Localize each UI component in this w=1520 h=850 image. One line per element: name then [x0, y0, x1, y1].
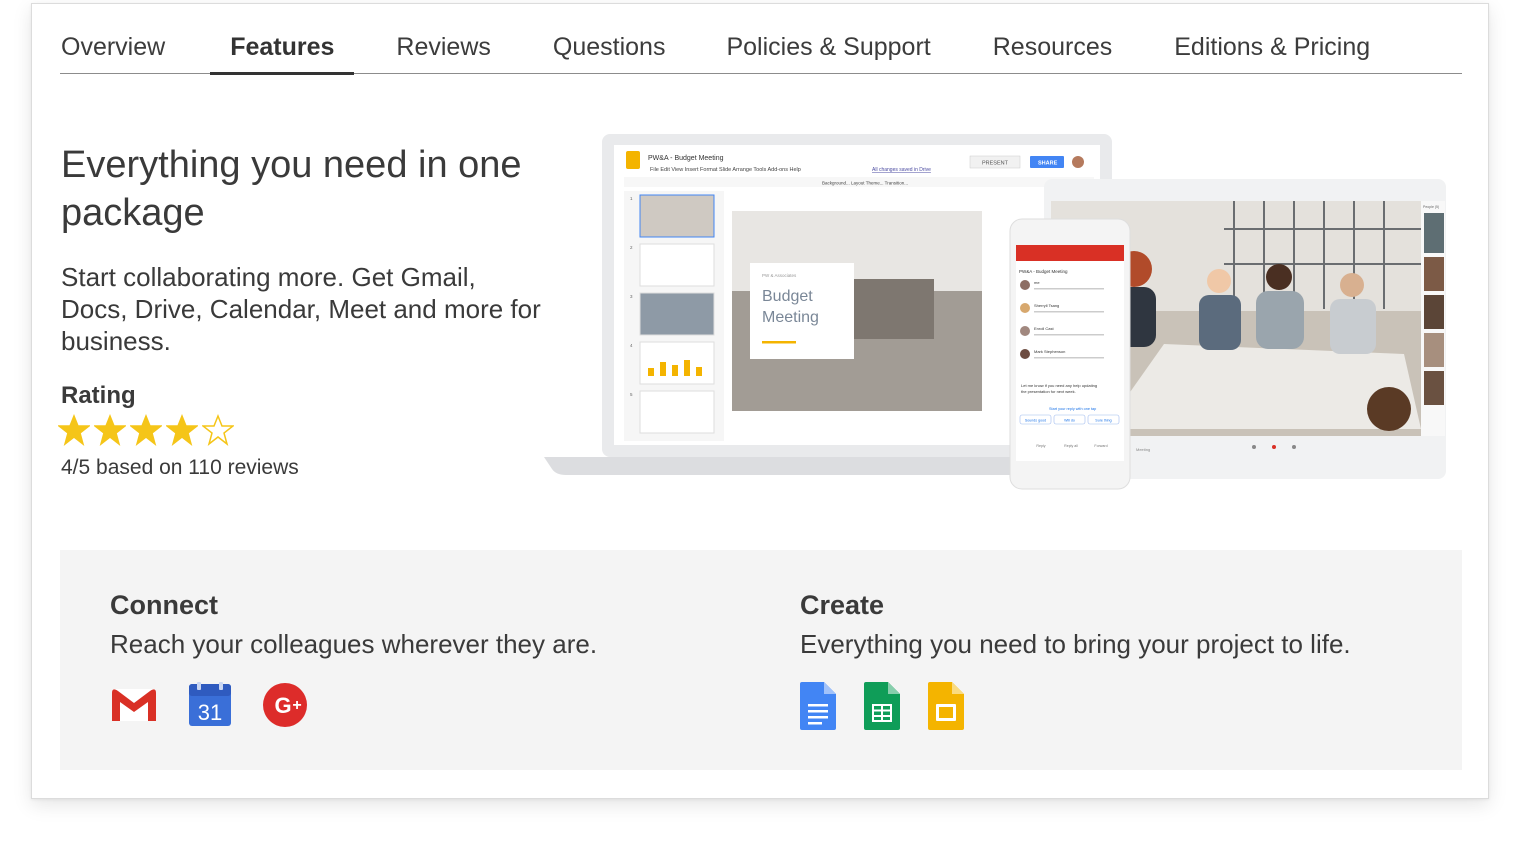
phone-subject: PW&A - Budget Meeting: [1019, 269, 1068, 274]
create-title: Create: [800, 590, 885, 620]
slide-thumbnail: [639, 341, 715, 385]
star-empty-icon: [202, 414, 234, 446]
create-section: Create Everything you need to bring your…: [800, 590, 1351, 730]
google-plus-icon[interactable]: G +: [262, 682, 308, 728]
phone-sender: me: [1034, 280, 1040, 285]
star-filled-icon: [58, 414, 90, 446]
svg-text:G: G: [274, 693, 291, 718]
slide-small-text: PW & Associates: [762, 273, 797, 278]
tab-features[interactable]: Features: [210, 4, 355, 75]
reply-chip-label: Sure thing: [1095, 419, 1111, 423]
star-filled-icon: [94, 414, 126, 446]
phone-action-label: Reply: [1036, 444, 1045, 448]
phone-smart-reply: Start your reply with one tap: [1049, 407, 1096, 411]
slide-thumbnail: [639, 390, 715, 434]
connect-description: Reach your colleagues wherever they are.: [110, 629, 598, 659]
tab-overview[interactable]: Overview: [61, 4, 165, 74]
sheets-icon[interactable]: [864, 682, 900, 730]
slide-thumbnail: [639, 292, 715, 336]
saved-note: All changes saved in Drive: [872, 167, 931, 173]
feature-panel: Connect Reach your colleagues wherever t…: [60, 550, 1462, 770]
slide-thumbnail: [639, 194, 715, 238]
avatar: [1020, 303, 1030, 313]
tab-questions[interactable]: Questions: [553, 4, 666, 74]
avatar: [1020, 326, 1030, 336]
phone-sender: Enroll Cast: [1034, 326, 1054, 331]
svg-text:+: +: [292, 697, 301, 714]
avatar: [1020, 280, 1030, 290]
phone-action-label: Forward: [1094, 444, 1107, 448]
calendar-day: 31: [198, 700, 222, 725]
slide-thumbnail: [639, 243, 715, 287]
tab-editions-pricing[interactable]: Editions & Pricing: [1174, 4, 1370, 74]
product-card: Overview Features Reviews Questions Poli…: [31, 3, 1489, 799]
star-filled-icon: [166, 414, 198, 446]
reply-chip-label: Will do: [1064, 419, 1075, 423]
calendar-icon[interactable]: 31: [188, 682, 232, 728]
docs-icon[interactable]: [800, 682, 836, 730]
avatar: [1020, 349, 1030, 359]
gmail-icon[interactable]: [110, 686, 158, 724]
doc-toolbar: Background... Layout Theme... Transition…: [822, 181, 908, 186]
reply-chip-label: Sounds good: [1025, 419, 1046, 423]
slide-filmstrip: 12345: [630, 194, 715, 434]
doc-menu: File Edit View Insert Format Slide Arran…: [650, 167, 801, 173]
hero-subtitle: Start collaborating more. Get Gmail, Doc…: [61, 262, 541, 356]
hero-title: Everything you need in one package: [61, 144, 522, 234]
phone-body: Let me know if you need any help updatin…: [1021, 383, 1097, 388]
create-description: Everything you need to bring your projec…: [800, 629, 1351, 659]
phone-reply-chips: Sounds good Will do Sure thing: [1019, 414, 1120, 425]
tab-reviews[interactable]: Reviews: [396, 4, 490, 74]
rating-label: Rating: [61, 382, 136, 409]
doc-title: PW&A - Budget Meeting: [648, 155, 724, 162]
share-label: SHARE: [1038, 161, 1058, 167]
svg-text:the presentation for next week: the presentation for next week.: [1021, 389, 1076, 394]
rating-summary: 4/5 based on 110 reviews: [61, 456, 299, 479]
present-label: PRESENT: [982, 161, 1009, 167]
tab-policies-support[interactable]: Policies & Support: [726, 4, 930, 74]
connect-section: Connect Reach your colleagues wherever t…: [110, 590, 597, 728]
meet-people-label: People (5): [1423, 205, 1439, 209]
slide-heading: Budget: [762, 288, 813, 305]
connect-title: Connect: [110, 590, 218, 620]
phone-action-label: Reply all: [1064, 444, 1078, 448]
star-rating: [58, 414, 234, 446]
phone-illustration: PW&A - Budget Meeting me Sherryll Tsang En…: [1009, 218, 1131, 490]
phone-sender: Sherryll Tsang: [1034, 303, 1059, 308]
star-filled-icon: [130, 414, 162, 446]
phone-sender: Mark Stephenson: [1034, 349, 1065, 354]
svg-text:Meeting: Meeting: [762, 309, 819, 326]
product-illustration: PW&A - Budget Meeting File Edit View Ins…: [544, 134, 1446, 490]
tab-resources[interactable]: Resources: [993, 4, 1113, 74]
meet-meeting-label: Meeting: [1136, 447, 1150, 452]
slides-icon[interactable]: [928, 682, 964, 730]
tab-bar: Overview Features Reviews Questions Poli…: [60, 4, 1462, 75]
